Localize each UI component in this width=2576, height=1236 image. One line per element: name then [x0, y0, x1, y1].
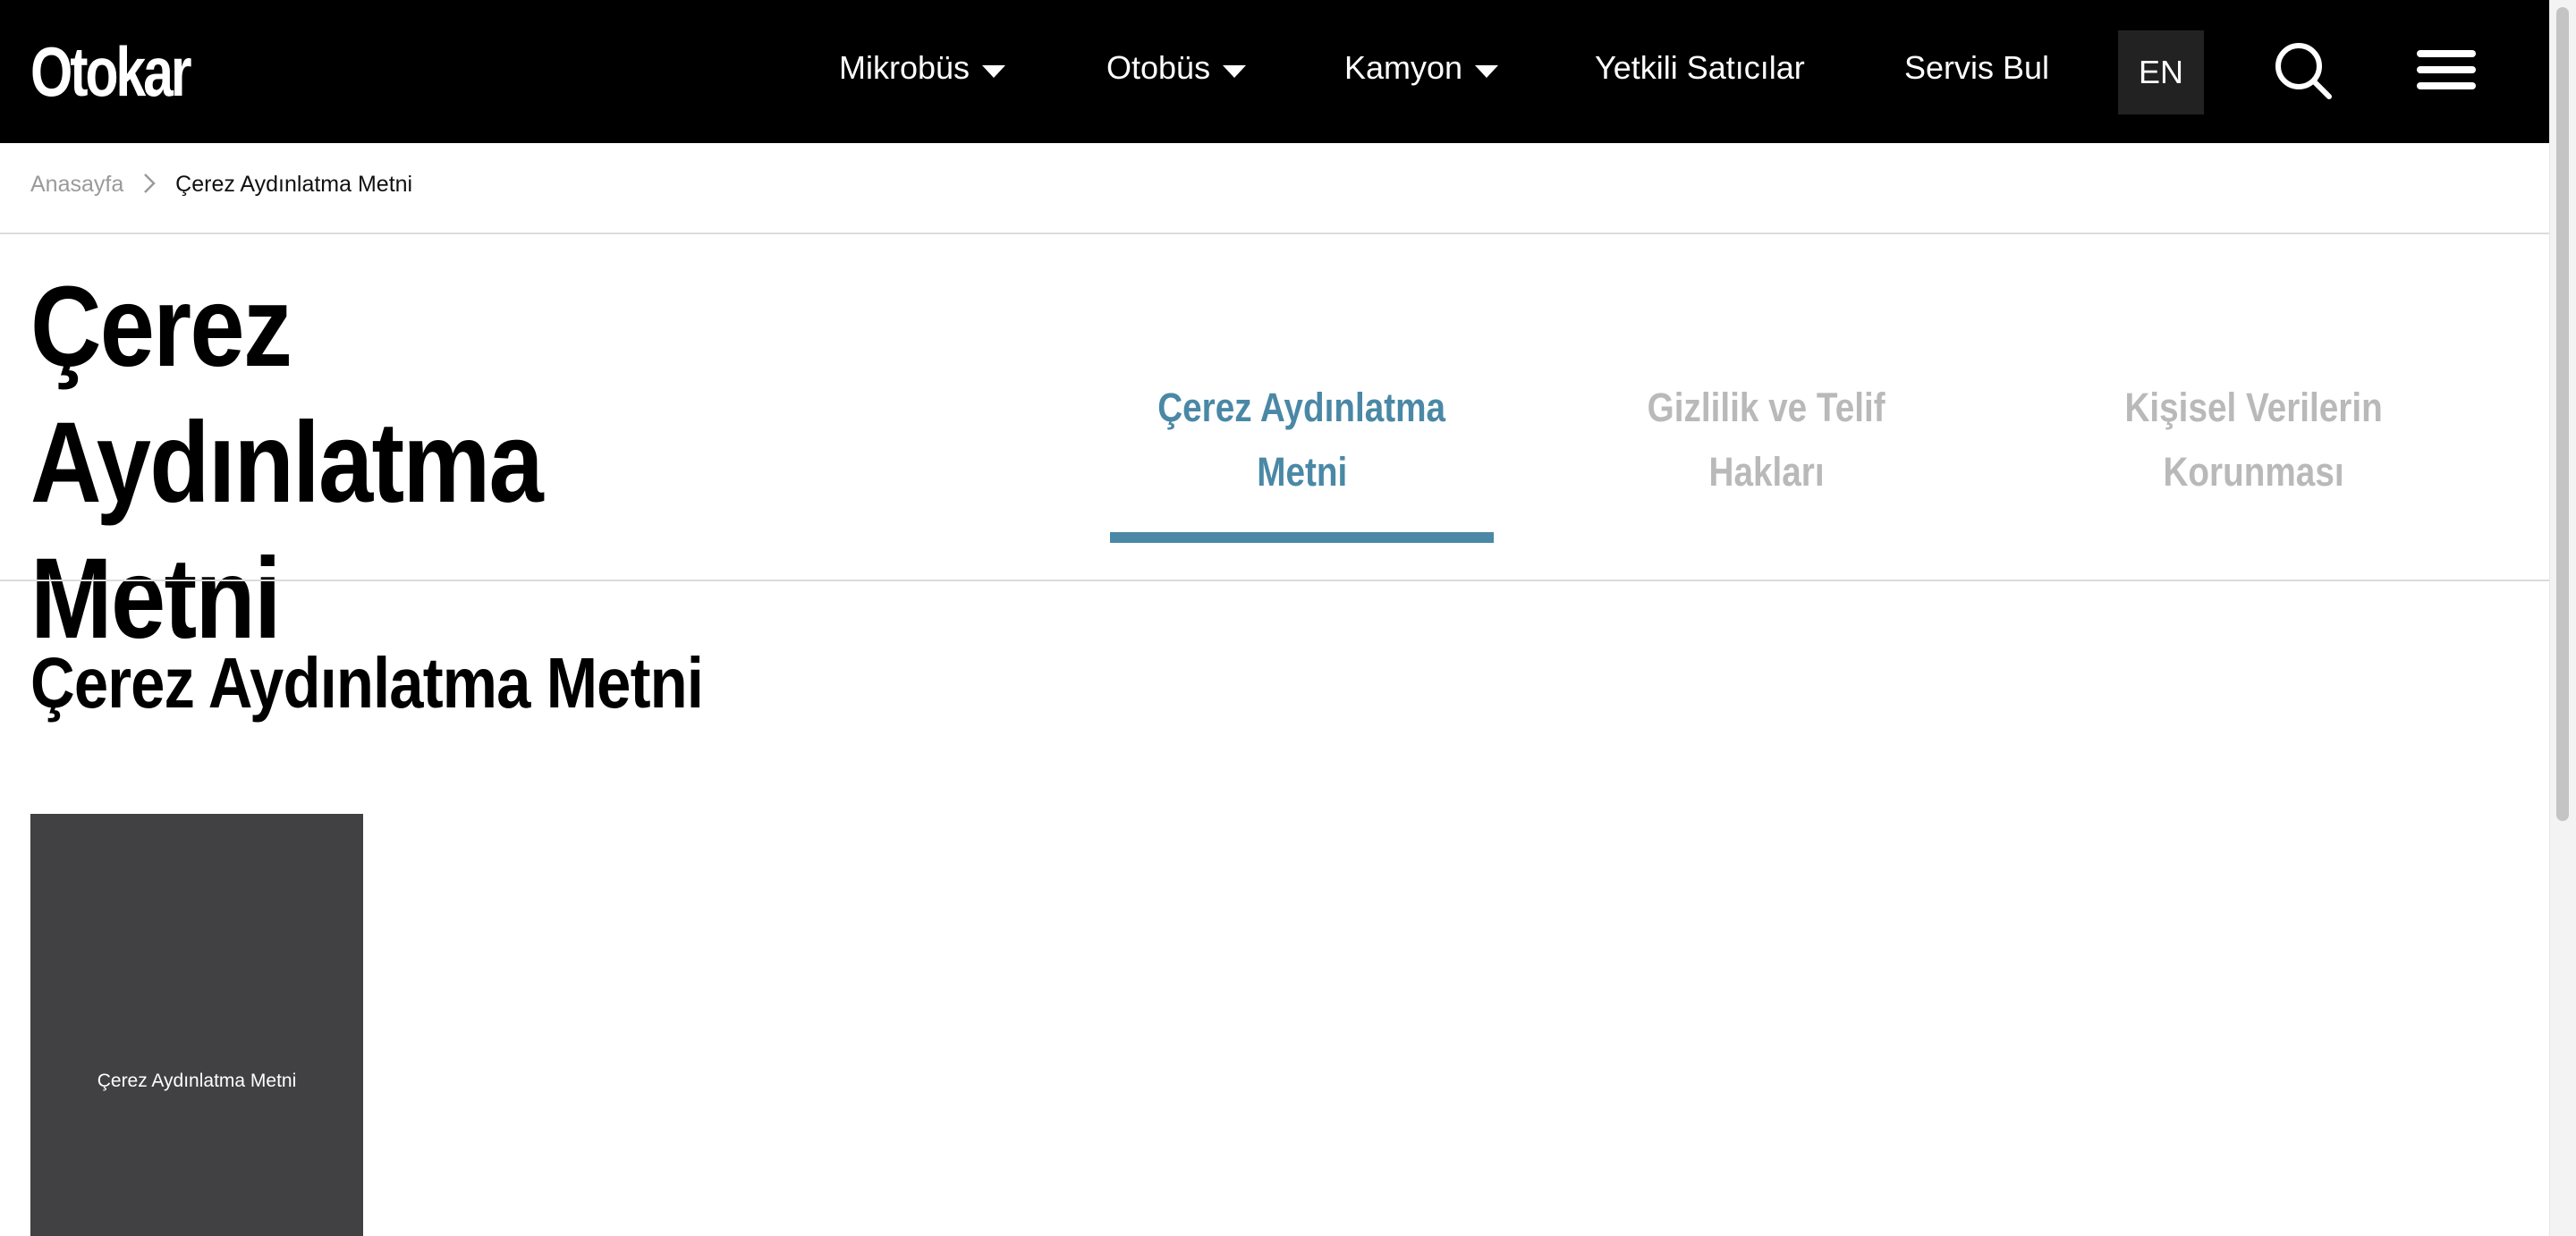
- caret-down-icon: [1223, 65, 1247, 79]
- nav-item-label: Yetkili Satıcılar: [1595, 49, 1805, 86]
- nav-item-kamyon[interactable]: Kamyon: [1344, 45, 1499, 91]
- nav-item-label: Mikrobüs: [839, 49, 970, 86]
- top-navigation-bar: Otokar Mikrobüs Otobüs Kamyon Yetkili Sa…: [0, 0, 2549, 143]
- caret-down-icon: [1475, 65, 1499, 79]
- nav-item-label: Otobüs: [1106, 49, 1211, 86]
- tab-label-line: Kişisel Verilerin: [2124, 385, 2384, 430]
- nav-item-yetkili-saticilar[interactable]: Yetkili Satıcılar: [1595, 45, 1805, 91]
- tab-cerez-aydinlatma-metni[interactable]: Çerez Aydınlatma Metni: [1110, 376, 1494, 501]
- chevron-right-icon: [137, 171, 162, 196]
- nav-item-servis-bul[interactable]: Servis Bul: [1904, 45, 2049, 91]
- active-tab-indicator: [1110, 532, 1494, 543]
- tabs-divider: [0, 580, 2549, 581]
- otokar-logo[interactable]: Otokar: [30, 32, 192, 111]
- scrollbar-thumb[interactable]: [2556, 7, 2569, 821]
- tab-label-line: Gizlilik ve Telif: [1648, 385, 1885, 430]
- tab-kisisel-verilerin-korunmasi[interactable]: Kişisel Verilerin Korunması: [2039, 376, 2469, 501]
- hamburger-menu-icon: [2417, 50, 2476, 89]
- search-icon: [2275, 43, 2332, 99]
- breadcrumb: Anasayfa Çerez Aydınlatma Metni: [30, 166, 412, 202]
- breadcrumb-divider: [0, 233, 2549, 234]
- tab-label-line: Metni: [1256, 449, 1348, 495]
- menu-button[interactable]: [2415, 48, 2478, 91]
- caret-down-icon: [982, 65, 1006, 79]
- search-button[interactable]: [2272, 39, 2336, 104]
- language-switch-button[interactable]: EN: [2118, 30, 2204, 114]
- tab-label-line: Korunması: [2163, 449, 2345, 495]
- breadcrumb-current: Çerez Aydınlatma Metni: [175, 172, 413, 197]
- tab-label-line: Çerez Aydınlatma: [1157, 385, 1446, 430]
- breadcrumb-home-link[interactable]: Anasayfa: [30, 172, 123, 197]
- tab-label-line: Hakları: [1708, 449, 1825, 495]
- document-card-label: Çerez Aydınlatma Metni: [97, 1071, 297, 1091]
- nav-item-label: Kamyon: [1344, 49, 1463, 86]
- page-title-line: Çerez Aydınlatma: [30, 263, 544, 527]
- section-heading: Çerez Aydınlatma Metni: [30, 643, 704, 723]
- page-title: Çerez Aydınlatma Metni: [30, 259, 800, 667]
- nav-item-mikrobus[interactable]: Mikrobüs: [839, 45, 1006, 91]
- tab-gizlilik-ve-telif-haklari[interactable]: Gizlilik ve Telif Hakları: [1574, 376, 1959, 501]
- nav-item-label: Servis Bul: [1904, 49, 2050, 86]
- nav-item-otobus[interactable]: Otobüs: [1106, 45, 1247, 91]
- document-card[interactable]: Çerez Aydınlatma Metni: [30, 814, 363, 1236]
